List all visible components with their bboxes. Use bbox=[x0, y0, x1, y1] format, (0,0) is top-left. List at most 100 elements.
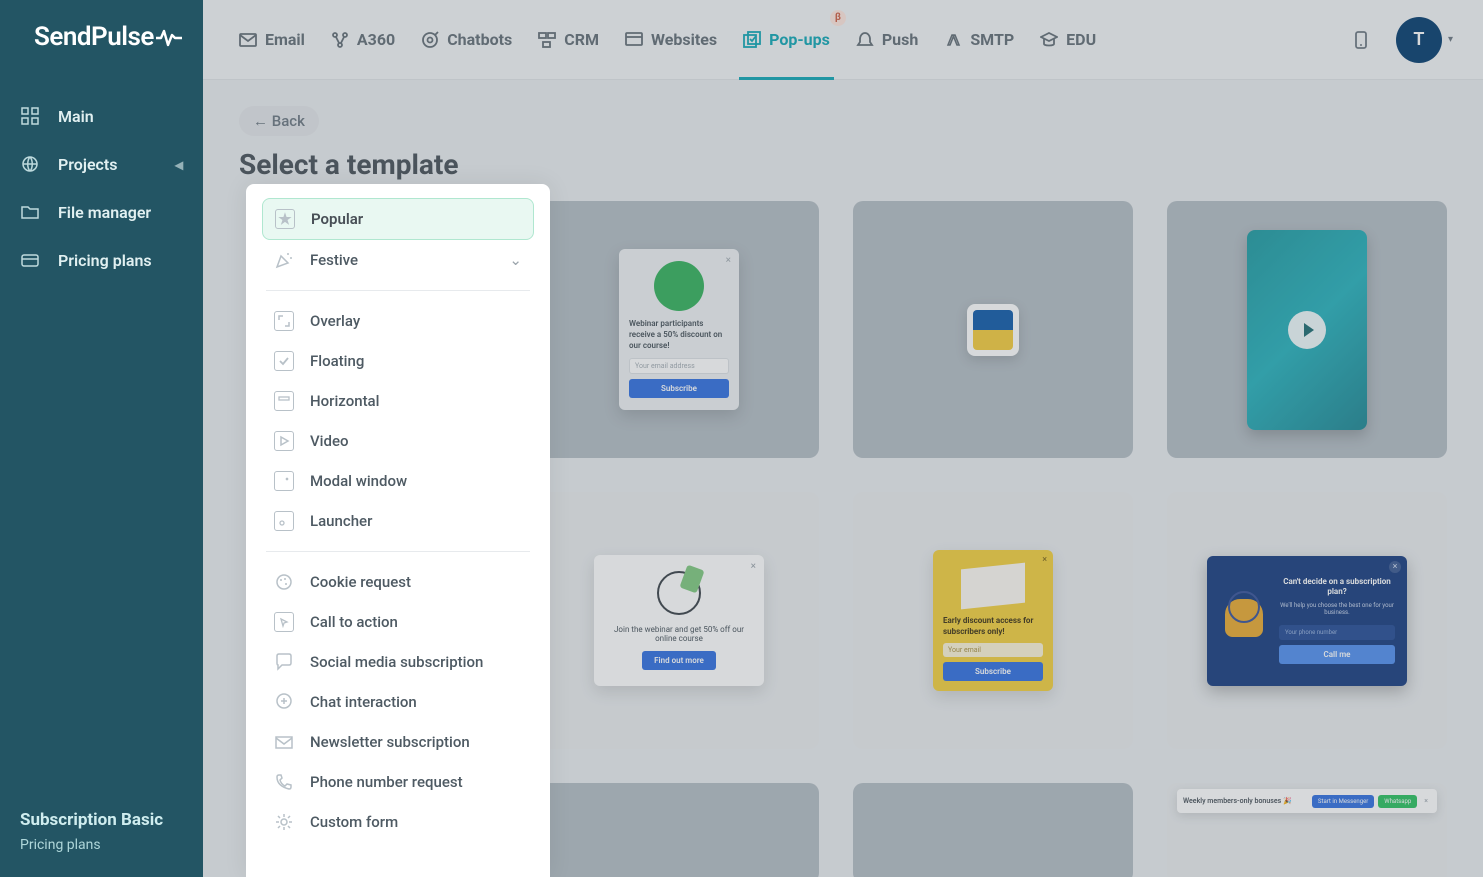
grid-icon bbox=[20, 106, 40, 126]
nav-websites[interactable]: Websites bbox=[625, 0, 717, 80]
category-chat[interactable]: Chat interaction bbox=[262, 682, 534, 722]
template-card[interactable]: Weekly members-only bonuses 🎉 Start in M… bbox=[1167, 783, 1447, 877]
back-button[interactable]: ← Back bbox=[239, 106, 319, 136]
nav-email[interactable]: Email bbox=[239, 0, 305, 80]
popup-preview-blue: × Can't decide on a subscription plan? W… bbox=[1207, 556, 1407, 686]
template-card[interactable] bbox=[853, 201, 1133, 458]
gear-icon bbox=[274, 812, 294, 832]
category-cta[interactable]: Call to action bbox=[262, 602, 534, 642]
phone-icon bbox=[274, 772, 294, 792]
globe-icon bbox=[20, 154, 40, 174]
avatar: T bbox=[1396, 17, 1442, 63]
websites-icon bbox=[625, 31, 643, 49]
close-icon: × bbox=[726, 255, 731, 266]
category-floating[interactable]: Floating bbox=[262, 341, 534, 381]
subscribe-button-preview: Subscribe bbox=[943, 662, 1043, 681]
video-preview bbox=[1247, 230, 1367, 430]
category-video[interactable]: Video bbox=[262, 421, 534, 461]
envelope-icon bbox=[274, 732, 294, 752]
chevron-left-icon: ◂ bbox=[175, 155, 183, 174]
template-card[interactable]: × Early discount access for subscribers … bbox=[853, 492, 1133, 749]
close-icon: × bbox=[1421, 797, 1431, 805]
play-icon bbox=[274, 431, 294, 451]
category-social[interactable]: Social media subscription bbox=[262, 642, 534, 682]
nav-popups[interactable]: Pop-upsβ bbox=[743, 0, 830, 80]
envelope-illustration bbox=[961, 563, 1025, 610]
sidebar-item-label: Projects bbox=[58, 155, 118, 174]
folder-icon bbox=[20, 202, 40, 222]
popups-icon bbox=[743, 31, 761, 49]
category-launcher[interactable]: Launcher bbox=[262, 501, 534, 541]
popup-preview-findout: × Join the webinar and get 50% off our o… bbox=[594, 555, 764, 686]
window-x-icon bbox=[274, 471, 294, 491]
category-overlay[interactable]: Overlay bbox=[262, 301, 534, 341]
sidebar-item-label: Main bbox=[58, 107, 94, 126]
money-illustration bbox=[657, 571, 701, 615]
category-festive[interactable]: Festive ⌄ bbox=[262, 240, 534, 280]
push-icon bbox=[856, 31, 874, 49]
popup-preview-yellow: × Early discount access for subscribers … bbox=[933, 550, 1053, 691]
nav-push[interactable]: Push bbox=[856, 0, 918, 80]
check-icon bbox=[274, 351, 294, 371]
sidebar-nav: Main Projects ◂ File manager Pricing pla… bbox=[0, 72, 203, 284]
sidebar-item-pricing[interactable]: Pricing plans bbox=[0, 236, 203, 284]
sidebar-item-projects[interactable]: Projects ◂ bbox=[0, 140, 203, 188]
sidebar-item-label: File manager bbox=[58, 203, 151, 222]
star-icon: ★ bbox=[275, 209, 295, 229]
template-card[interactable]: × Join the webinar and get 50% off our o… bbox=[539, 492, 819, 749]
nav-a360[interactable]: A360 bbox=[331, 0, 395, 80]
category-horizontal[interactable]: Horizontal bbox=[262, 381, 534, 421]
category-popular[interactable]: ★ Popular bbox=[262, 198, 534, 240]
pricing-link[interactable]: Pricing plans bbox=[20, 837, 183, 853]
sidebar-item-main[interactable]: Main bbox=[0, 92, 203, 140]
play-icon bbox=[1288, 311, 1326, 349]
pulse-icon bbox=[156, 29, 182, 47]
template-card[interactable]: × Webinar participants receive a 50% dis… bbox=[539, 201, 819, 458]
page-title: Select a template bbox=[239, 148, 1447, 181]
template-card[interactable] bbox=[539, 783, 819, 877]
popup-preview-webinar: × Webinar participants receive a 50% dis… bbox=[619, 249, 739, 409]
template-card[interactable] bbox=[1167, 201, 1447, 458]
confetti-icon bbox=[274, 250, 294, 270]
subscribe-button-preview: Subscribe bbox=[629, 379, 729, 398]
chat-icon bbox=[274, 652, 294, 672]
phone-input-preview: Your phone number bbox=[1279, 625, 1395, 640]
nav-edu[interactable]: EDU bbox=[1040, 0, 1096, 80]
sidebar-footer: Subscription Basic Pricing plans bbox=[0, 789, 203, 877]
sidebar-item-label: Pricing plans bbox=[58, 251, 152, 270]
email-input-preview: Your email bbox=[943, 643, 1043, 657]
nav-crm[interactable]: CRM bbox=[538, 0, 599, 80]
category-phone[interactable]: Phone number request bbox=[262, 762, 534, 802]
category-cookie[interactable]: Cookie request bbox=[262, 562, 534, 602]
findout-button-preview: Find out more bbox=[642, 651, 716, 670]
template-grid: × Webinar participants receive a 50% dis… bbox=[539, 201, 1447, 877]
dot-window-icon bbox=[274, 511, 294, 531]
top-nav: Email A360 Chatbots CRM Websites Pop-ups… bbox=[203, 0, 1483, 80]
category-newsletter[interactable]: Newsletter subscription bbox=[262, 722, 534, 762]
callme-button-preview: Call me bbox=[1279, 645, 1395, 664]
smtp-icon bbox=[944, 31, 962, 49]
hbar-icon bbox=[274, 391, 294, 411]
chevron-down-icon: ⌄ bbox=[509, 251, 522, 269]
a360-icon bbox=[331, 31, 349, 49]
mobile-icon[interactable] bbox=[1352, 31, 1370, 49]
sidebar: SendPulse Main Projects ◂ File manager P… bbox=[0, 0, 203, 877]
nav-chatbots[interactable]: Chatbots bbox=[421, 0, 512, 80]
close-icon: × bbox=[751, 561, 756, 572]
bell-illustration bbox=[1219, 591, 1269, 651]
category-modal[interactable]: Modal window bbox=[262, 461, 534, 501]
messenger-button-preview: Start in Messenger bbox=[1312, 795, 1374, 808]
logo: SendPulse bbox=[0, 0, 203, 72]
template-card[interactable]: × Can't decide on a subscription plan? W… bbox=[1167, 492, 1447, 749]
nav-smtp[interactable]: SMTP bbox=[944, 0, 1014, 80]
popup-preview-strip: Weekly members-only bonuses 🎉 Start in M… bbox=[1177, 789, 1437, 813]
email-icon bbox=[239, 31, 257, 49]
category-custom-form[interactable]: Custom form bbox=[262, 802, 534, 842]
user-menu[interactable]: T ▾ bbox=[1396, 17, 1453, 63]
edu-icon bbox=[1040, 31, 1058, 49]
cookie-icon bbox=[274, 572, 294, 592]
sidebar-item-file-manager[interactable]: File manager bbox=[0, 188, 203, 236]
template-card[interactable] bbox=[853, 783, 1133, 877]
cta-icon bbox=[274, 612, 294, 632]
close-icon: × bbox=[1389, 561, 1401, 573]
